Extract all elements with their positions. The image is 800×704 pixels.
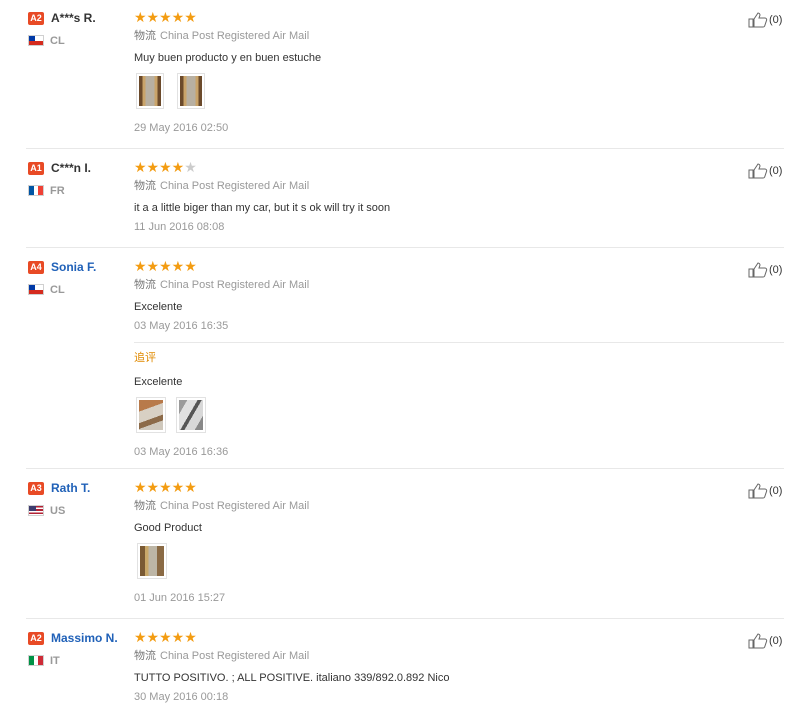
review-text: Excelente (134, 301, 183, 313)
thumbs-up-icon (748, 262, 768, 278)
reviewer-name[interactable]: Sonia F. (51, 260, 96, 274)
divider (26, 148, 784, 149)
reviewer-country: CL (50, 284, 65, 296)
flag-it-icon (28, 655, 44, 666)
helpful-button[interactable]: (0) (748, 12, 782, 28)
followup-label: 追评 (134, 352, 156, 364)
flag-cl-icon (28, 35, 44, 46)
reviewer-name[interactable]: Massimo N. (51, 631, 118, 645)
reviewer-name: A***s R. (51, 11, 96, 25)
star-rating: ★★★★★ (134, 9, 197, 25)
followup-divider (134, 342, 784, 343)
buyer-level-badge: A1 (28, 162, 44, 175)
flag-fr-icon (28, 185, 44, 196)
followup-photo[interactable] (136, 397, 166, 433)
helpful-button[interactable]: (0) (748, 262, 782, 278)
divider (26, 247, 784, 248)
shipping-method: 物流 China Post Registered Air Mail (134, 30, 310, 42)
star-rating: ★★★★★ (134, 258, 197, 274)
flag-us-icon (28, 505, 44, 516)
flag-cl-icon (28, 284, 44, 295)
helpful-button[interactable]: (0) (748, 633, 782, 649)
shipping-method: 物流 China Post Registered Air Mail (134, 500, 310, 512)
helpful-button[interactable]: (0) (748, 163, 782, 179)
helpful-button[interactable]: (0) (748, 483, 782, 499)
review-photo[interactable] (137, 543, 167, 579)
followup-photo[interactable] (176, 397, 206, 433)
star-rating: ★★★★★ (134, 159, 197, 175)
thumbs-up-icon (748, 12, 768, 28)
shipping-method: 物流 China Post Registered Air Mail (134, 279, 310, 291)
review-photo[interactable] (177, 73, 205, 109)
followup-date: 03 May 2016 16:36 (134, 446, 229, 458)
review-text: Good Product (134, 522, 202, 534)
star-rating: ★★★★★ (134, 479, 197, 495)
buyer-level-badge: A2 (28, 632, 44, 645)
reviewer-name: C***n I. (51, 161, 92, 175)
buyer-level-badge: A2 (28, 12, 44, 25)
review-date: 30 May 2016 00:18 (134, 691, 229, 703)
review-text: TUTTO POSITIVO. ; ALL POSITIVE. italiano… (134, 672, 450, 684)
review-text: it a a little biger than my car, but it … (134, 202, 391, 214)
review-date: 03 May 2016 16:35 (134, 320, 229, 332)
review-text: Muy buen producto y en buen estuche (134, 52, 322, 64)
buyer-level-badge: A3 (28, 482, 44, 495)
buyer-level-badge: A4 (28, 261, 44, 274)
thumbs-up-icon (748, 633, 768, 649)
reviewer-name[interactable]: Rath T. (51, 481, 90, 495)
divider (26, 468, 784, 469)
followup-text: Excelente (134, 376, 183, 388)
shipping-method: 物流 China Post Registered Air Mail (134, 650, 310, 662)
divider (26, 618, 784, 619)
thumbs-up-icon (748, 163, 768, 179)
star-rating: ★★★★★ (134, 629, 197, 645)
reviewer-country: IT (50, 655, 60, 667)
reviewer-country: FR (50, 185, 65, 197)
review-date: 29 May 2016 02:50 (134, 122, 229, 134)
reviewer-country: US (50, 505, 66, 517)
shipping-method: 物流 China Post Registered Air Mail (134, 180, 310, 192)
review-photo[interactable] (136, 73, 164, 109)
reviewer-country: CL (50, 35, 65, 47)
review-date: 01 Jun 2016 15:27 (134, 592, 226, 604)
thumbs-up-icon (748, 483, 768, 499)
review-date: 11 Jun 2016 08:08 (134, 221, 225, 233)
